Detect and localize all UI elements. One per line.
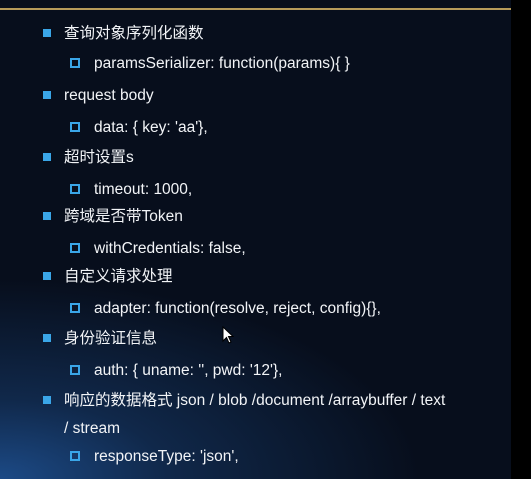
sub-bullet-item: auth: { uname: '', pwd: '12'}, — [94, 362, 283, 379]
bullet-item: 超时设置s — [64, 149, 134, 166]
bullet-square-icon — [43, 212, 51, 220]
bullet-item: 跨域是否带Token — [64, 208, 183, 225]
sub-bullet-square-icon — [70, 451, 80, 461]
title-divider — [0, 8, 511, 10]
mouse-cursor-icon — [222, 326, 234, 344]
sub-bullet-square-icon — [70, 243, 80, 253]
bullet-square-icon — [43, 91, 51, 99]
sub-bullet-square-icon — [70, 122, 80, 132]
bullet-item: 响应的数据格式 json / blob /document /arraybuff… — [64, 392, 446, 409]
sub-bullet-square-icon — [70, 184, 80, 194]
bullet-item: 身份验证信息 — [64, 330, 158, 347]
sub-bullet-item: paramsSerializer: function(params){ } — [94, 55, 350, 72]
bullet-square-icon — [43, 29, 51, 37]
bullet-item: / stream — [64, 420, 120, 437]
sub-bullet-square-icon — [70, 303, 80, 313]
bullet-square-icon — [43, 153, 51, 161]
sub-bullet-item: withCredentials: false, — [94, 240, 246, 257]
sub-bullet-item: data: { key: 'aa'}, — [94, 119, 208, 136]
bullet-square-icon — [43, 334, 51, 342]
sub-bullet-item: timeout: 1000, — [94, 181, 193, 198]
sub-bullet-square-icon — [70, 58, 80, 68]
bullet-square-icon — [43, 396, 51, 404]
sub-bullet-item: adapter: function(resolve, reject, confi… — [94, 300, 381, 317]
sub-bullet-square-icon — [70, 365, 80, 375]
slide: 查询对象序列化函数 paramsSerializer: function(para… — [0, 0, 511, 479]
bullet-item: 自定义请求处理 — [64, 268, 173, 285]
bullet-item: request body — [64, 87, 154, 104]
sub-bullet-item: responseType: 'json', — [94, 448, 239, 465]
bullet-item: 查询对象序列化函数 — [64, 25, 204, 42]
bullet-square-icon — [43, 272, 51, 280]
